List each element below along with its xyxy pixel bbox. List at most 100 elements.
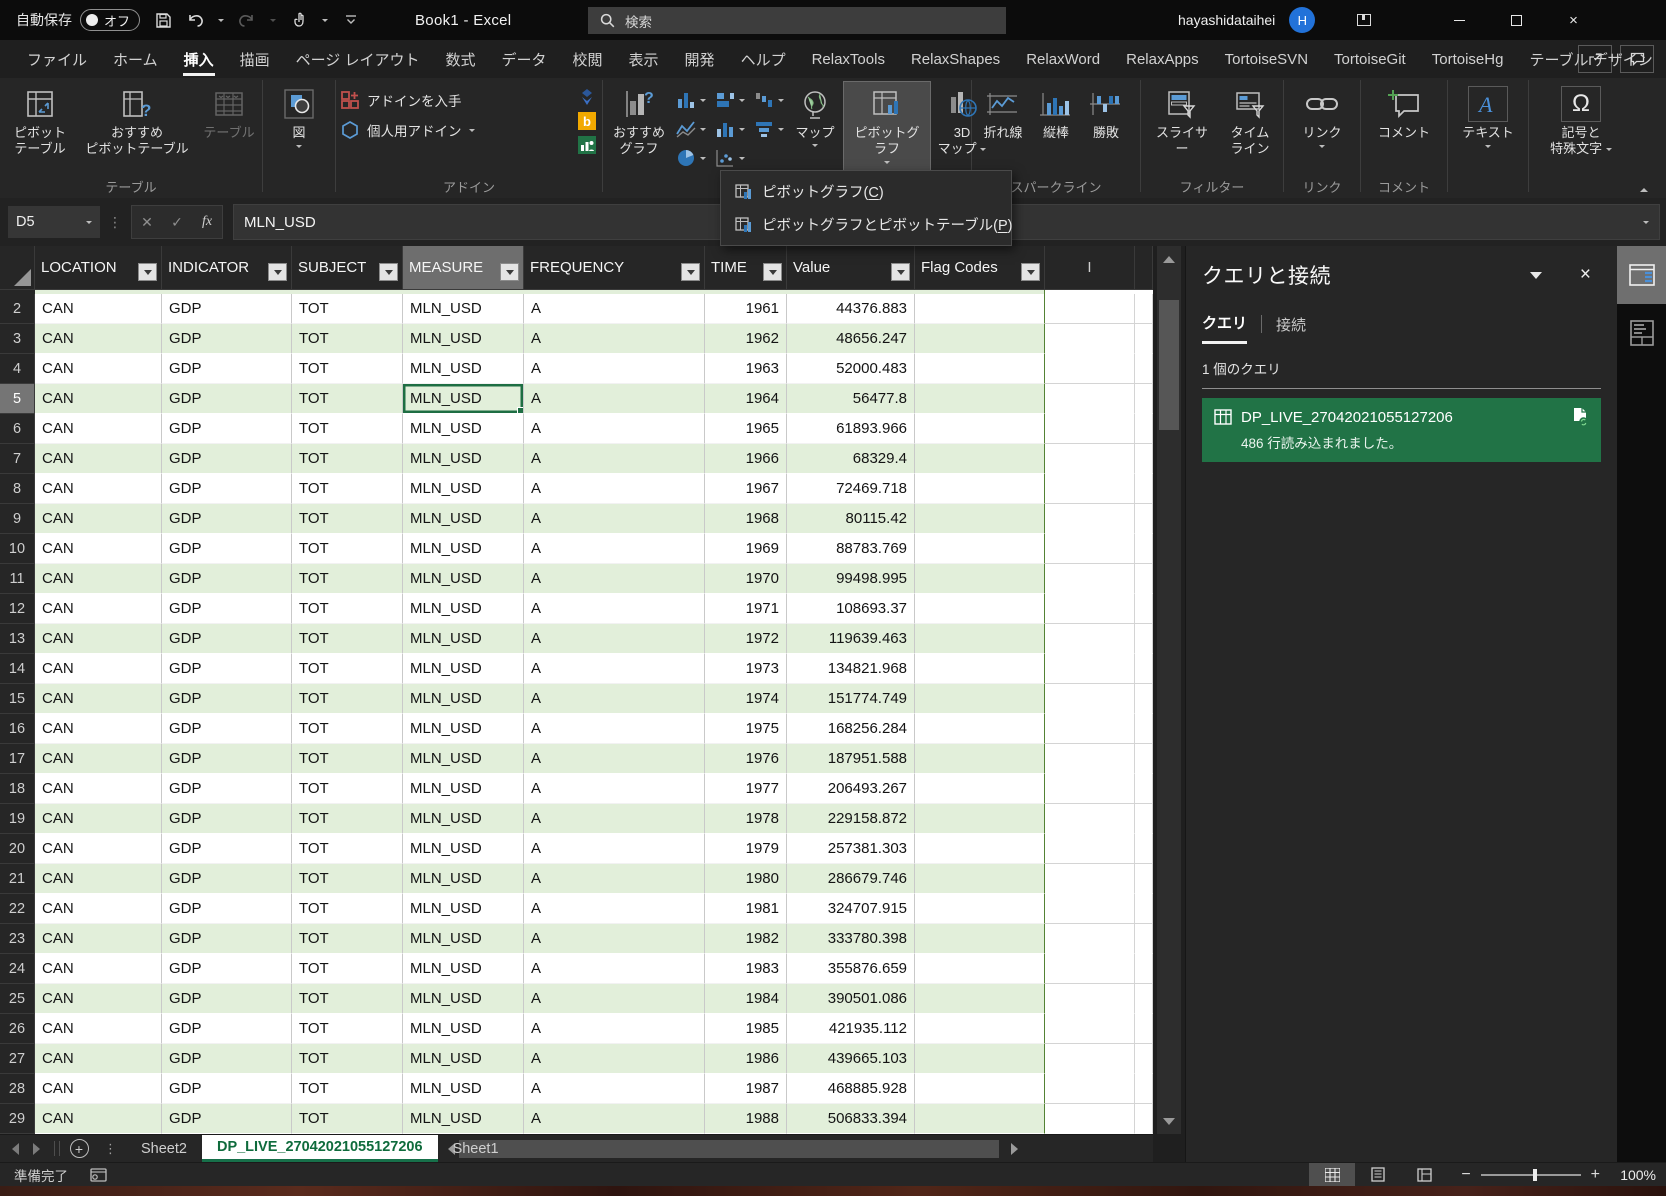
cell-empty[interactable] bbox=[1045, 504, 1135, 534]
row-number[interactable]: 14 bbox=[0, 654, 35, 684]
cell-indicator[interactable]: GDP bbox=[162, 1044, 292, 1074]
cell-indicator[interactable]: GDP bbox=[162, 294, 292, 324]
cell-empty[interactable] bbox=[1045, 384, 1135, 414]
histogram-chart-button[interactable] bbox=[712, 116, 747, 142]
cell-empty[interactable] bbox=[1135, 834, 1153, 864]
get-addins-button[interactable]: アドインを入手 bbox=[340, 90, 570, 110]
cell-location[interactable]: CAN bbox=[35, 564, 162, 594]
save-icon[interactable] bbox=[154, 11, 172, 29]
autosave-pill[interactable]: オフ bbox=[80, 9, 141, 31]
cell-frequency[interactable]: A bbox=[524, 1014, 705, 1044]
cell-value[interactable]: 257381.303 bbox=[787, 834, 915, 864]
row-number[interactable]: 27 bbox=[0, 1044, 35, 1074]
pivot-chart-button[interactable]: ピボットグラフ bbox=[843, 81, 931, 171]
row-number[interactable]: 9 bbox=[0, 504, 35, 534]
cell-empty[interactable] bbox=[1135, 954, 1153, 984]
row-number[interactable]: 3 bbox=[0, 324, 35, 354]
ribbon-tab[interactable]: TortoiseSVN bbox=[1212, 40, 1321, 78]
cell-empty[interactable] bbox=[1045, 744, 1135, 774]
cell-empty[interactable] bbox=[1135, 924, 1153, 954]
scroll-up-icon[interactable] bbox=[1157, 246, 1181, 272]
cell-indicator[interactable]: GDP bbox=[162, 444, 292, 474]
cell-flag-codes[interactable] bbox=[915, 624, 1045, 654]
addin-bing-icon[interactable]: b bbox=[578, 112, 596, 130]
cell-subject[interactable]: TOT bbox=[292, 834, 403, 864]
cell-flag-codes[interactable] bbox=[915, 384, 1045, 414]
cell-time[interactable]: 1969 bbox=[705, 534, 787, 564]
search-input[interactable]: 検索 bbox=[588, 7, 1006, 34]
cell-location[interactable]: CAN bbox=[35, 954, 162, 984]
cancel-entry-icon[interactable]: ✕ bbox=[132, 214, 162, 231]
cell-indicator[interactable]: GDP bbox=[162, 624, 292, 654]
cell-value[interactable]: 468885.928 bbox=[787, 1074, 915, 1104]
cell-time[interactable]: 1974 bbox=[705, 684, 787, 714]
cell-measure[interactable]: MLN_USD bbox=[403, 444, 524, 474]
cell-frequency[interactable]: A bbox=[524, 654, 705, 684]
filter-button[interactable] bbox=[138, 263, 157, 281]
cell-frequency[interactable]: A bbox=[524, 474, 705, 504]
cell-frequency[interactable]: A bbox=[524, 864, 705, 894]
cell-value[interactable]: 355876.659 bbox=[787, 954, 915, 984]
cell-indicator[interactable]: GDP bbox=[162, 984, 292, 1014]
cell-frequency[interactable]: A bbox=[524, 1044, 705, 1074]
cell-measure[interactable]: MLN_USD bbox=[403, 624, 524, 654]
cell-flag-codes[interactable] bbox=[915, 324, 1045, 354]
cell-location[interactable]: CAN bbox=[35, 804, 162, 834]
new-comment-button[interactable]: コメント bbox=[1373, 82, 1435, 170]
cell-empty[interactable] bbox=[1135, 654, 1153, 684]
cell-indicator[interactable]: GDP bbox=[162, 864, 292, 894]
ribbon-tab[interactable]: 開発 bbox=[672, 40, 728, 78]
cell-subject[interactable]: TOT bbox=[292, 714, 403, 744]
cell-measure[interactable]: MLN_USD bbox=[403, 924, 524, 954]
ribbon-tab[interactable]: ヘルプ bbox=[728, 40, 799, 78]
cell-subject[interactable]: TOT bbox=[292, 354, 403, 384]
cell-time[interactable]: 1987 bbox=[705, 1074, 787, 1104]
column-header-location[interactable]: LOCATION bbox=[35, 246, 162, 290]
cell-value[interactable]: 286679.746 bbox=[787, 864, 915, 894]
row-number[interactable]: 16 bbox=[0, 714, 35, 744]
cell-empty[interactable] bbox=[1045, 564, 1135, 594]
cell-indicator[interactable]: GDP bbox=[162, 684, 292, 714]
cell-indicator[interactable]: GDP bbox=[162, 834, 292, 864]
waterfall-chart-button[interactable] bbox=[751, 87, 786, 113]
cell-indicator[interactable]: GDP bbox=[162, 564, 292, 594]
query-card[interactable]: DP_LIVE_27042021055127206 486 行読み込まれました。 bbox=[1202, 398, 1601, 462]
touch-mode-icon[interactable] bbox=[290, 11, 308, 29]
cell-frequency[interactable]: A bbox=[524, 504, 705, 534]
cell-measure[interactable]: MLN_USD bbox=[403, 1014, 524, 1044]
cell-time[interactable]: 1966 bbox=[705, 444, 787, 474]
cell-empty[interactable] bbox=[1135, 414, 1153, 444]
cell-measure[interactable]: MLN_USD bbox=[403, 294, 524, 324]
row-number[interactable]: 22 bbox=[0, 894, 35, 924]
cell-empty[interactable] bbox=[1135, 894, 1153, 924]
cell-time[interactable]: 1963 bbox=[705, 354, 787, 384]
cell-location[interactable]: CAN bbox=[35, 924, 162, 954]
cell-frequency[interactable]: A bbox=[524, 624, 705, 654]
cell-empty[interactable] bbox=[1135, 684, 1153, 714]
customize-qat-icon[interactable] bbox=[342, 11, 360, 29]
close-button[interactable]: × bbox=[1545, 0, 1602, 40]
cell-time[interactable]: 1978 bbox=[705, 804, 787, 834]
cell-flag-codes[interactable] bbox=[915, 924, 1045, 954]
cell-frequency[interactable]: A bbox=[524, 804, 705, 834]
table-button[interactable]: テーブル bbox=[198, 82, 260, 170]
cell-frequency[interactable]: A bbox=[524, 324, 705, 354]
cell-empty[interactable] bbox=[1045, 924, 1135, 954]
cell-flag-codes[interactable] bbox=[915, 834, 1045, 864]
name-box[interactable]: D5 bbox=[8, 206, 100, 238]
cell-location[interactable]: CAN bbox=[35, 414, 162, 444]
cell-empty[interactable] bbox=[1045, 414, 1135, 444]
cell-empty[interactable] bbox=[1045, 654, 1135, 684]
ribbon-tab[interactable]: ファイル bbox=[14, 40, 100, 78]
filter-button[interactable] bbox=[891, 263, 910, 281]
cell-measure[interactable]: MLN_USD bbox=[403, 474, 524, 504]
cell-value[interactable]: 134821.968 bbox=[787, 654, 915, 684]
zoom-slider-thumb[interactable] bbox=[1532, 1168, 1537, 1181]
cell-flag-codes[interactable] bbox=[915, 654, 1045, 684]
cell-frequency[interactable]: A bbox=[524, 564, 705, 594]
filter-button[interactable] bbox=[379, 263, 398, 281]
cell-time[interactable]: 1961 bbox=[705, 294, 787, 324]
row-number[interactable]: 23 bbox=[0, 924, 35, 954]
horizontal-scroll-thumb[interactable] bbox=[459, 1140, 999, 1158]
cell-flag-codes[interactable] bbox=[915, 804, 1045, 834]
